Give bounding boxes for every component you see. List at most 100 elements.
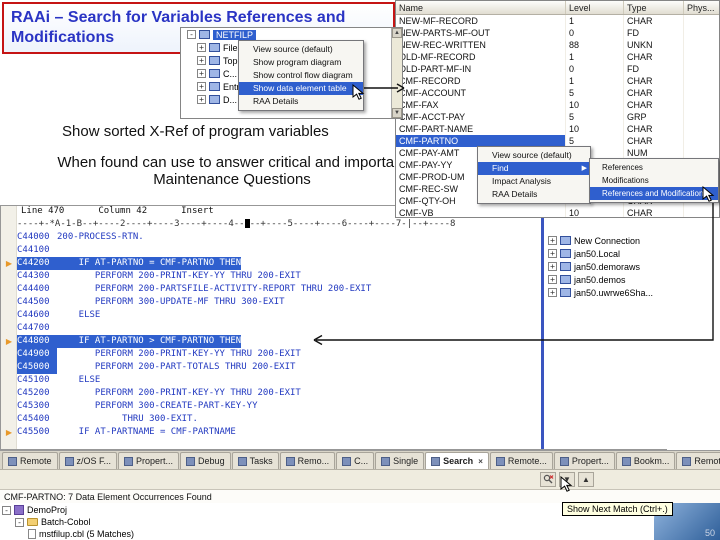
menu-item-label: Find	[492, 163, 509, 173]
code-text: THRU 300-EXIT.	[57, 414, 198, 424]
view-tab[interactable]: Remote	[2, 452, 58, 469]
view-tab[interactable]: Debug	[180, 452, 231, 469]
cell-name: CMF-RECORD	[396, 75, 566, 87]
menu-item[interactable]: Show control flow diagram	[239, 69, 363, 82]
menu-item[interactable]: Find	[478, 162, 590, 175]
collapse-icon[interactable]	[2, 505, 11, 515]
table-row[interactable]: CMF-ACCOUNT 5 CHAR	[396, 87, 719, 99]
expand-icon[interactable]	[197, 43, 206, 52]
slide: RAAi – Search for Variables References a…	[0, 0, 720, 540]
menu-item[interactable]: Show data element table	[239, 82, 363, 95]
menu-item[interactable]: RAA Details	[478, 188, 590, 201]
remote-item-label: New Connection	[574, 235, 641, 246]
expand-icon[interactable]	[197, 95, 206, 104]
table-row[interactable]: OLD-PART-MF-IN 0 FD	[396, 63, 719, 75]
cell-type: CHAR	[624, 207, 684, 217]
expand-icon[interactable]	[197, 82, 206, 91]
code-text: IF AT-PARTNO = CMF-PARTNO THEN	[57, 257, 242, 270]
view-tab[interactable]: z/OS F...	[58, 452, 118, 469]
expand-icon[interactable]	[197, 56, 206, 65]
table-row[interactable]: NEW-REC-WRITTEN 88 UNKN	[396, 39, 719, 51]
table-row[interactable]: CMF-RECORD 1 CHAR	[396, 75, 719, 87]
cell-type: CHAR	[624, 51, 684, 63]
table-row[interactable]: OLD-MF-RECORD 1 CHAR	[396, 51, 719, 63]
cell-phys	[684, 63, 719, 75]
remote-tree-item[interactable]: jan50.Local	[544, 247, 667, 260]
expand-icon[interactable]	[548, 236, 557, 245]
view-tab[interactable]: Search	[425, 452, 489, 469]
view-tab[interactable]: Propert...	[553, 452, 615, 469]
scrollbar[interactable]	[391, 28, 402, 118]
view-icon	[186, 456, 196, 466]
cell-level: 88	[566, 39, 624, 51]
menu-item[interactable]: References	[590, 161, 718, 174]
scroll-down-icon[interactable]	[392, 108, 402, 118]
close-icon[interactable]	[478, 457, 483, 466]
remote-item-label: jan50.demos	[574, 274, 626, 285]
remote-tree-item[interactable]: New Connection	[544, 234, 667, 247]
remove-matches-button[interactable]	[540, 472, 556, 487]
table-row[interactable]: CMF-ACCT-PAY 5 GRP	[396, 111, 719, 123]
view-tab[interactable]: Remo...	[279, 452, 336, 469]
result-file[interactable]: mstfilup.cbl (5 Matches)	[2, 528, 134, 540]
code-text: ELSE	[57, 375, 101, 385]
column-header-type[interactable]: Type	[624, 1, 684, 14]
cell-name: CMF-VB	[396, 207, 566, 217]
code-text: IF AT-PARTNO > CMF-PARTNO THEN	[57, 335, 242, 348]
cell-phys	[684, 39, 719, 51]
table-row[interactable]: CMF-PART-NAME 10 CHAR	[396, 123, 719, 135]
menu-item[interactable]: View source (default)	[478, 149, 590, 162]
tab-label: Propert...	[571, 456, 609, 466]
tab-label: C...	[354, 456, 369, 466]
view-icon	[682, 456, 692, 466]
result-folder[interactable]: Batch-Cobol	[2, 516, 134, 528]
menu-item[interactable]: Impact Analysis	[478, 175, 590, 188]
menu-item[interactable]: Modifications	[590, 174, 718, 187]
view-tab[interactable]: Propert...	[118, 452, 180, 469]
collapse-icon[interactable]	[15, 517, 24, 527]
cell-name: NEW-MF-RECORD	[396, 15, 566, 27]
expand-icon[interactable]	[548, 275, 557, 284]
menu-item[interactable]: View source (default)	[239, 43, 363, 56]
code-text: PERFORM 200-PRINT-KEY-YY THRU 200-EXIT	[57, 349, 301, 359]
collapse-icon[interactable]	[187, 30, 196, 39]
menu-item[interactable]: References and Modifications	[590, 187, 718, 200]
menu-item[interactable]: Show program diagram	[239, 56, 363, 69]
view-tab[interactable]: C...	[336, 452, 375, 469]
menu-item-label: View source (default)	[492, 150, 572, 160]
view-tab[interactable]: Bookm...	[615, 452, 676, 469]
view-tab[interactable]: Single	[375, 452, 425, 469]
table-row[interactable]: CMF-VB 10 CHAR	[396, 207, 719, 217]
view-tab[interactable]: Remot...	[676, 452, 720, 469]
expand-icon[interactable]	[548, 288, 557, 297]
expand-icon[interactable]	[548, 262, 557, 271]
remote-tree-item[interactable]: jan50.demos	[544, 273, 667, 286]
result-project[interactable]: DemoProj	[2, 504, 134, 516]
next-match-tooltip: Show Next Match (Ctrl+.)	[562, 502, 673, 516]
table-row[interactable]: NEW-MF-RECORD 1 CHAR	[396, 15, 719, 27]
next-match-button[interactable]	[559, 472, 575, 487]
prev-match-button[interactable]	[578, 472, 594, 487]
table-row[interactable]: CMF-FAX 10 CHAR	[396, 99, 719, 111]
column-header-name[interactable]: Name	[396, 1, 566, 14]
remote-tree-item[interactable]: jan50.uwrwe6Sha...	[544, 286, 667, 299]
line-number: C45000	[17, 361, 57, 374]
view-tab[interactable]: Tasks	[231, 452, 279, 469]
remote-tree-item[interactable]: jan50.demoraws	[544, 260, 667, 273]
caption-xref: Show sorted X-Ref of program variables	[62, 123, 329, 140]
table-row[interactable]: NEW-PARTS-MF-OUT 0 FD	[396, 27, 719, 39]
view-icon	[431, 456, 441, 466]
menu-item-label: References	[602, 163, 643, 172]
cell-phys	[684, 207, 719, 217]
view-tab[interactable]: Remote...	[489, 452, 553, 469]
menu-item[interactable]: RAA Details	[239, 95, 363, 108]
column-header-phys[interactable]: Phys...	[684, 1, 719, 14]
cell-type: CHAR	[624, 15, 684, 27]
search-nav-buttons	[540, 472, 594, 487]
expand-icon[interactable]	[548, 249, 557, 258]
menu-item-label: RAA Details	[492, 189, 538, 199]
menu-item-label: Impact Analysis	[492, 176, 552, 186]
column-header-level[interactable]: Level	[566, 1, 624, 14]
scroll-up-icon[interactable]	[392, 28, 402, 38]
expand-icon[interactable]	[197, 69, 206, 78]
